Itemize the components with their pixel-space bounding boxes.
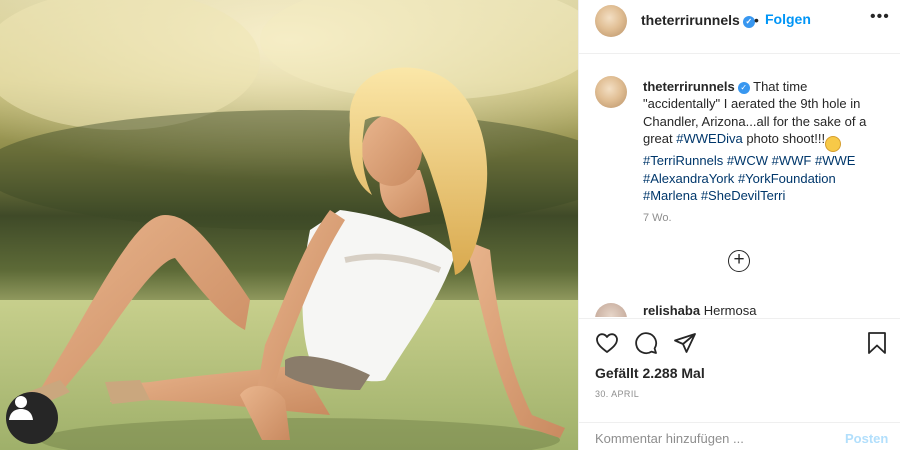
photo-illustration bbox=[0, 0, 578, 450]
hashtag-link[interactable]: #WWF bbox=[772, 153, 812, 168]
hashtag-link[interactable]: #TerriRunnels bbox=[643, 153, 723, 168]
post-comment-button[interactable]: Posten bbox=[845, 431, 888, 446]
verified-badge-icon: ✓ bbox=[737, 82, 750, 94]
caption-body-2: photo shoot!!! bbox=[742, 131, 826, 147]
comment-input[interactable] bbox=[595, 431, 815, 446]
hashtag-link[interactable]: #WWE bbox=[815, 153, 855, 168]
caption-timestamp[interactable]: 7 Wo. bbox=[643, 212, 672, 224]
author-avatar[interactable] bbox=[595, 5, 627, 37]
like-count[interactable]: Gefällt 2.288 Mal bbox=[595, 365, 705, 381]
hashtag-link[interactable]: #SheDevilTerri bbox=[701, 188, 786, 203]
author-username[interactable]: theterrirunnels ✓ bbox=[641, 12, 755, 28]
smiling-face-emoji-icon: :) bbox=[825, 136, 842, 153]
follow-button[interactable]: Folgen bbox=[765, 11, 811, 27]
comment-row: relishaba Hermosa bbox=[595, 303, 885, 317]
caption-avatar[interactable] bbox=[595, 76, 627, 108]
like-heart-icon[interactable] bbox=[595, 331, 619, 360]
load-more-comments-icon[interactable]: + bbox=[728, 250, 750, 272]
tagged-user-icon[interactable] bbox=[6, 392, 58, 444]
post-header: theterrirunnels ✓ • Folgen ••• bbox=[579, 0, 900, 54]
comment-text: relishaba Hermosa bbox=[643, 303, 756, 317]
hashtag-link[interactable]: #WCW bbox=[727, 153, 768, 168]
hashtag-link[interactable]: #AlexandraYork bbox=[643, 171, 734, 186]
hashtag-link[interactable]: #Marlena bbox=[643, 188, 697, 203]
caption-text: theterrirunnels ✓ That time "accidentally… bbox=[643, 78, 871, 204]
hashtag-link[interactable]: #WWEDiva bbox=[676, 131, 742, 146]
more-options-icon[interactable]: ••• bbox=[870, 8, 890, 26]
post-image[interactable] bbox=[0, 0, 578, 450]
share-send-icon[interactable] bbox=[673, 331, 697, 360]
commenter-avatar[interactable] bbox=[595, 303, 627, 317]
caption-username[interactable]: theterrirunnels bbox=[643, 79, 735, 94]
comment-body: Hermosa bbox=[703, 303, 757, 317]
commenter-username[interactable]: relishaba bbox=[643, 303, 700, 317]
separator-dot: • bbox=[754, 12, 759, 28]
post-actions: Gefällt 2.288 Mal 30. APRIL Posten bbox=[579, 318, 900, 451]
post-date[interactable]: 30. APRIL bbox=[595, 389, 639, 399]
comment-bubble-icon[interactable] bbox=[634, 331, 658, 360]
author-username-text[interactable]: theterrirunnels bbox=[641, 12, 740, 28]
verified-badge-icon: ✓ bbox=[742, 16, 755, 28]
hashtag-link[interactable]: #YorkFoundation bbox=[738, 171, 836, 186]
add-comment-bar: Posten bbox=[579, 422, 900, 453]
post-side-panel: theterrirunnels ✓ • Folgen ••• theterriru… bbox=[578, 0, 900, 450]
save-bookmark-icon[interactable] bbox=[865, 331, 889, 360]
